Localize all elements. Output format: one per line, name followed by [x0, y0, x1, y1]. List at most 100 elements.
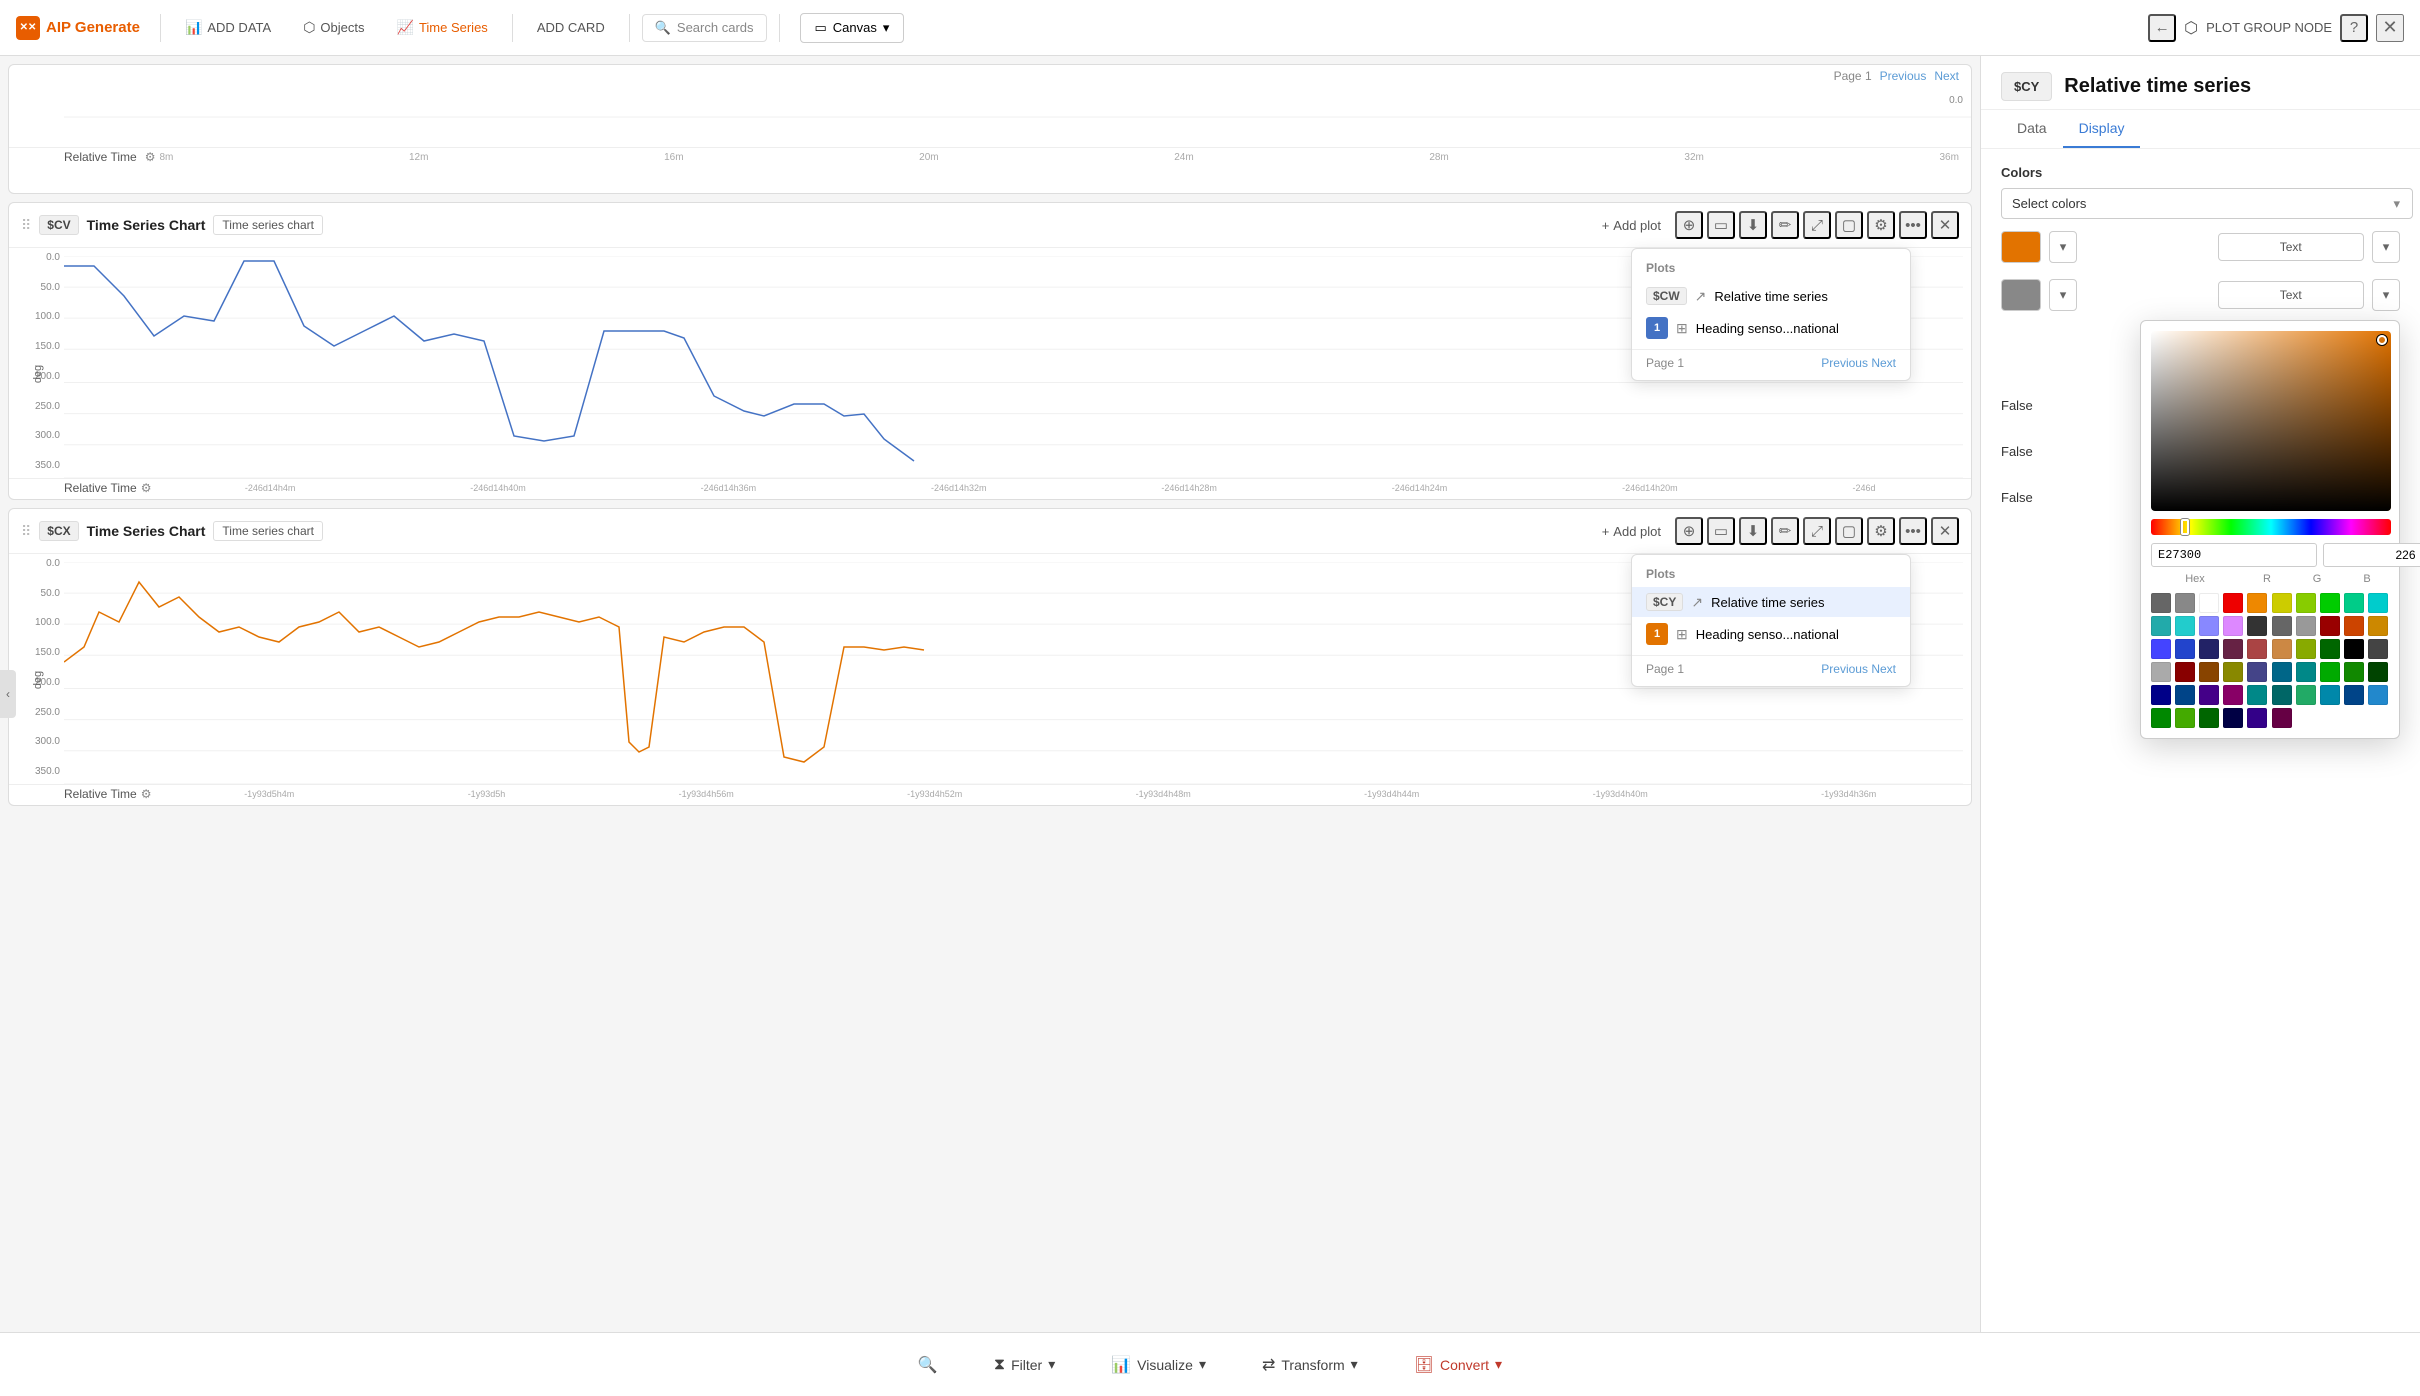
cp-r-input[interactable]: [2323, 543, 2420, 567]
chart1-drag[interactable]: ⠿: [21, 217, 31, 234]
top-chart-prev[interactable]: Previous: [1880, 69, 1927, 83]
cp-swatch-item[interactable]: [2320, 616, 2340, 636]
chart2-crosshair[interactable]: ⊕: [1675, 517, 1703, 545]
chart2-edit[interactable]: ✏: [1771, 517, 1799, 545]
objects-btn[interactable]: ⬡ Objects: [291, 13, 376, 42]
cp-swatch-item[interactable]: [2272, 708, 2292, 728]
cp-swatch-item[interactable]: [2151, 662, 2171, 682]
chart2-download[interactable]: ⬇: [1739, 517, 1767, 545]
cp-swatch-item[interactable]: [2296, 662, 2316, 682]
chart1-edit[interactable]: ✏: [1771, 211, 1799, 239]
cp-swatch-item[interactable]: [2199, 662, 2219, 682]
cp-hue-cursor[interactable]: [2181, 519, 2189, 535]
cp-swatch-item[interactable]: [2296, 685, 2316, 705]
chart1-close[interactable]: ✕: [1931, 211, 1959, 239]
cp-swatch-item[interactable]: [2272, 662, 2292, 682]
time-series-btn[interactable]: 📈 Time Series: [385, 13, 500, 42]
chart1-screen[interactable]: ▢: [1835, 211, 1863, 239]
cp-swatch-item[interactable]: [2151, 639, 2171, 659]
cp-swatch-item[interactable]: [2175, 616, 2195, 636]
cp-swatch-item[interactable]: [2175, 685, 2195, 705]
search-toolbar[interactable]: 🔍 Search cards: [642, 14, 767, 42]
cp-gradient[interactable]: [2151, 331, 2391, 511]
chart1-plot-item1[interactable]: $CW ↗ Relative time series: [1632, 281, 1910, 311]
rp-color-swatch-1[interactable]: [2001, 231, 2041, 263]
chart1-crosshair[interactable]: ⊕: [1675, 211, 1703, 239]
cp-hue-bar[interactable]: [2151, 519, 2391, 535]
convert-btn[interactable]: 🗄 Convert ▾: [1398, 1347, 1518, 1383]
cp-swatch-item[interactable]: [2199, 616, 2219, 636]
cp-swatch-item[interactable]: [2272, 685, 2292, 705]
add-card-btn[interactable]: ADD CARD: [525, 14, 617, 41]
rp-colors-select[interactable]: Select colors: [2001, 188, 2413, 219]
chart2-expand[interactable]: ⤢: [1803, 517, 1831, 545]
transform-btn[interactable]: ⇄ Transform ▾: [1246, 1347, 1374, 1383]
chart1-type-tag[interactable]: Time series chart: [213, 215, 323, 235]
cp-swatch-item[interactable]: [2199, 593, 2219, 613]
chart1-add-plot[interactable]: + Add plot: [1592, 214, 1671, 237]
canvas-btn[interactable]: ▭ Canvas ▾: [800, 13, 905, 43]
cp-swatch-item[interactable]: [2247, 662, 2267, 682]
cp-swatch-item[interactable]: [2223, 639, 2243, 659]
chart2-close[interactable]: ✕: [1931, 517, 1959, 545]
help-btn[interactable]: ?: [2340, 14, 2368, 42]
cp-swatch-item[interactable]: [2247, 593, 2267, 613]
rp-tab-data[interactable]: Data: [2001, 110, 2063, 148]
cp-swatch-item[interactable]: [2344, 593, 2364, 613]
cp-swatch-item[interactable]: [2175, 708, 2195, 728]
cp-swatch-item[interactable]: [2223, 662, 2243, 682]
rp-color-dropdown-1[interactable]: ▾: [2049, 231, 2077, 263]
chart1-prev[interactable]: Previous: [1821, 356, 1868, 370]
chart2-type-tag[interactable]: Time series chart: [213, 521, 323, 541]
cp-swatch-item[interactable]: [2247, 708, 2267, 728]
cp-swatch-item[interactable]: [2272, 639, 2292, 659]
chart1-download[interactable]: ⬇: [1739, 211, 1767, 239]
visualize-btn[interactable]: 📊 Visualize ▾: [1095, 1347, 1222, 1383]
chart1-settings[interactable]: ⚙: [1867, 211, 1895, 239]
rp-text-dropdown-2[interactable]: ▾: [2372, 279, 2400, 311]
chart1-expand[interactable]: ⤢: [1803, 211, 1831, 239]
rp-text-dropdown-1[interactable]: ▾: [2372, 231, 2400, 263]
cp-swatch-item[interactable]: [2368, 639, 2388, 659]
filter-btn[interactable]: ⧗ Filter ▾: [978, 1348, 1071, 1382]
cp-swatch-item[interactable]: [2151, 708, 2171, 728]
cp-swatch-item[interactable]: [2320, 685, 2340, 705]
chart2-gear[interactable]: ⚙: [141, 787, 152, 801]
cp-swatch-item[interactable]: [2247, 639, 2267, 659]
cp-swatch-item[interactable]: [2151, 593, 2171, 613]
chart2-prev[interactable]: Previous: [1821, 662, 1868, 676]
cp-swatch-item[interactable]: [2296, 616, 2316, 636]
cp-swatch-item[interactable]: [2223, 685, 2243, 705]
cp-swatch-item[interactable]: [2272, 593, 2292, 613]
panel-nav-left[interactable]: ‹: [0, 670, 16, 718]
chart2-drag[interactable]: ⠿: [21, 523, 31, 540]
cp-swatch-item[interactable]: [2247, 685, 2267, 705]
chart1-gear[interactable]: ⚙: [141, 481, 152, 495]
chart2-layout[interactable]: ▭: [1707, 517, 1735, 545]
cp-swatch-item[interactable]: [2223, 616, 2243, 636]
cp-swatch-item[interactable]: [2151, 685, 2171, 705]
rp-color-swatch-2[interactable]: [2001, 279, 2041, 311]
cp-swatch-item[interactable]: [2199, 685, 2219, 705]
rp-tab-display[interactable]: Display: [2063, 110, 2141, 148]
chart2-add-plot[interactable]: + Add plot: [1592, 520, 1671, 543]
cp-swatch-item[interactable]: [2344, 662, 2364, 682]
cp-swatch-item[interactable]: [2320, 639, 2340, 659]
chart1-next[interactable]: Next: [1871, 356, 1896, 370]
cp-swatch-item[interactable]: [2320, 593, 2340, 613]
cp-hex-input[interactable]: [2151, 543, 2317, 567]
cp-swatch-item[interactable]: [2344, 616, 2364, 636]
cp-swatch-item[interactable]: [2175, 593, 2195, 613]
cp-swatch-item[interactable]: [2368, 616, 2388, 636]
cp-swatch-item[interactable]: [2272, 616, 2292, 636]
cp-cursor[interactable]: [2377, 335, 2387, 345]
cp-swatch-item[interactable]: [2199, 639, 2219, 659]
add-data-btn[interactable]: 📊 ADD DATA: [173, 13, 283, 42]
chart2-plot-item2[interactable]: 1 ⊞ Heading senso...national: [1632, 617, 1910, 651]
cp-swatch-item[interactable]: [2320, 662, 2340, 682]
back-btn[interactable]: ←: [2148, 14, 2176, 42]
cp-swatch-item[interactable]: [2175, 662, 2195, 682]
chart2-screen[interactable]: ▢: [1835, 517, 1863, 545]
cp-swatch-item[interactable]: [2296, 593, 2316, 613]
cp-swatch-item[interactable]: [2368, 593, 2388, 613]
